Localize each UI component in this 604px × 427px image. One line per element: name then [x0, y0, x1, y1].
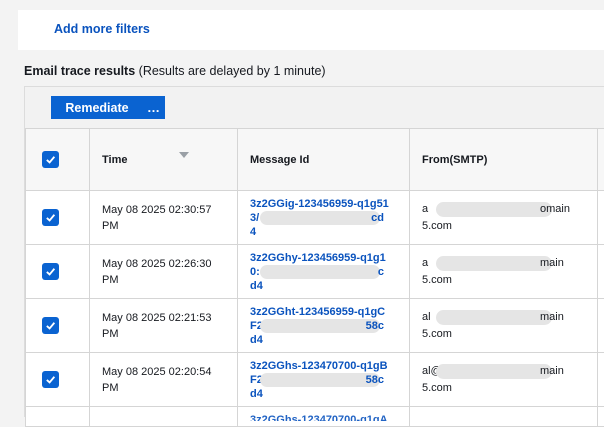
time-cell: May 08 2025 02:20:54 PM: [90, 353, 238, 407]
message-id-line: 3/: [250, 212, 259, 224]
from-address-line: 5.com: [422, 382, 452, 394]
message-id-cell: 3z2GGig-123456959-q1g51 3/4 cd: [238, 191, 410, 245]
table-row[interactable]: May 08 2025 02:20:54 PM 3z2GGhs-123470700…: [26, 353, 604, 407]
from-address-tail: omain: [540, 201, 570, 218]
message-id-tail: c: [378, 265, 384, 279]
message-id-link[interactable]: 3z2GGig-123456959-q1g51 3/4 cd: [250, 197, 390, 239]
overflow-cell: [598, 299, 604, 353]
message-id-line: 3z2GGig-123456959-q1g51: [250, 198, 389, 210]
row-select-cell: [26, 353, 90, 407]
results-heading: Email trace results (Results are delayed…: [24, 64, 326, 78]
row-checkbox[interactable]: [42, 317, 59, 334]
time-value: May 08 2025 02:20:54 PM: [102, 364, 220, 396]
column-header-time-label: Time: [102, 154, 127, 166]
time-value: May 08 2025 02:21:53 PM: [102, 310, 220, 342]
remediate-button[interactable]: Remediate …: [51, 96, 165, 119]
column-header-message-id[interactable]: Message Id: [238, 129, 410, 191]
from-address-line: a: [422, 203, 428, 215]
checkmark-icon: [45, 266, 56, 277]
message-id-cell: 3z2GGhs-123470700-q1gBF2d458c: [238, 353, 410, 407]
row-checkbox[interactable]: [42, 209, 59, 226]
message-id-line: 3z2GGhy-123456959-q1g1: [250, 252, 386, 264]
message-id-line: 0:: [250, 266, 260, 278]
filters-panel: Add more filters: [18, 10, 604, 50]
from-address-line: 5.com: [422, 274, 452, 286]
from-address-tail: main: [540, 363, 564, 380]
from-cell: al 5.com main: [410, 299, 598, 353]
add-more-filters-link[interactable]: Add more filters: [54, 22, 150, 36]
from-address-line: al: [422, 311, 431, 323]
row-select-cell: [26, 245, 90, 299]
message-id-link[interactable]: 3z2GGhs-123470700-q1gBF2d458c: [250, 359, 390, 401]
message-id-line: d4: [250, 334, 263, 346]
results-panel: Remediate … Time Message Id From(SMTP): [24, 86, 604, 417]
select-all-checkbox[interactable]: [42, 151, 59, 168]
from-address: al 5.com main: [422, 309, 582, 343]
message-id-link[interactable]: 3z2GGht-123456959-q1gCF2d458c: [250, 305, 390, 347]
table-row[interactable]: May 08 2025 02:30:57 PM 3z2GGig-123456959…: [26, 191, 604, 245]
checkmark-icon: [45, 154, 56, 165]
redaction-mask: [260, 211, 380, 225]
from-address: al@5.commain: [422, 363, 582, 397]
row-select-cell: [26, 191, 90, 245]
message-id-tail: 58c: [366, 319, 384, 333]
row-select-cell: [26, 299, 90, 353]
from-address-line: 5.com: [422, 328, 452, 340]
sort-caret-icon[interactable]: [179, 152, 189, 158]
redaction-mask: [260, 265, 380, 279]
from-address-tail: main: [540, 309, 564, 326]
redaction-mask: [436, 310, 552, 325]
overflow-cell: [598, 245, 604, 299]
time-cell: May 08 2025 02:30:57 PM: [90, 191, 238, 245]
redaction-mask: [436, 202, 552, 217]
time-value: May 08 2025 02:30:57 PM: [102, 202, 220, 234]
from-address: a 5.com main: [422, 255, 582, 289]
time-value: May 08 2025 02:26:30 PM: [102, 256, 220, 288]
message-id-line: 3z2GGhs-123470700-q1gA: [250, 414, 388, 421]
checkmark-icon: [45, 374, 56, 385]
table-row[interactable]: May 08 2025 02:26:30 PM 3z2GGhy-123456959…: [26, 245, 604, 299]
from-cell: al@5.commain: [410, 353, 598, 407]
message-id-tail: 58c: [366, 373, 384, 387]
from-cell: a 5.com omain: [410, 191, 598, 245]
ellipsis-icon[interactable]: …: [143, 103, 165, 113]
from-cell: a 5.com main: [410, 245, 598, 299]
from-address: a 5.com omain: [422, 201, 582, 235]
results-title: Email trace results: [24, 64, 135, 78]
overflow-cell: [598, 353, 604, 407]
message-id-tail: cd: [371, 211, 384, 225]
column-header-time[interactable]: Time: [90, 129, 238, 191]
time-cell: May 08 2025 02:26:30 PM: [90, 245, 238, 299]
message-id-line: d4: [250, 280, 263, 292]
from-address-tail: main: [540, 255, 564, 272]
table-header-row: Time Message Id From(SMTP): [26, 129, 604, 191]
table-row[interactable]: May 08 2025 02:21:53 PM 3z2GGht-123456959…: [26, 299, 604, 353]
message-id-line: 3z2GGhs-123470700-q1gB: [250, 360, 388, 372]
overflow-cell: [598, 191, 604, 245]
message-id-link[interactable]: 3z2GGhy-123456959-q1g1 0: d4 c: [250, 251, 390, 293]
remediate-button-label: Remediate: [51, 101, 143, 115]
checkmark-icon: [45, 320, 56, 331]
results-toolbar: Remediate …: [25, 86, 604, 128]
message-id-cell: 3z2GGhy-123456959-q1g1 0: d4 c: [238, 245, 410, 299]
redaction-mask: [436, 364, 552, 379]
row-checkbox[interactable]: [42, 371, 59, 388]
message-id-line: d4: [250, 388, 263, 400]
message-id-cell: 3z2GGht-123456959-q1gCF2d458c: [238, 299, 410, 353]
results-subtitle: (Results are delayed by 1 minute): [139, 64, 326, 78]
from-address-line: a: [422, 257, 428, 269]
redaction-mask: [260, 319, 380, 333]
column-header-overflow: [598, 129, 604, 191]
email-trace-table: Time Message Id From(SMTP) May 08 2025 0…: [25, 128, 604, 427]
checkmark-icon: [45, 212, 56, 223]
message-id-line: 4: [250, 226, 256, 238]
column-header-from[interactable]: From(SMTP): [410, 129, 598, 191]
redaction-mask: [260, 373, 380, 387]
row-checkbox[interactable]: [42, 263, 59, 280]
time-cell: May 08 2025 02:21:53 PM: [90, 299, 238, 353]
from-address-line: 5.com: [422, 220, 452, 232]
message-id-line: 3z2GGht-123456959-q1gC: [250, 306, 385, 318]
redaction-mask: [436, 256, 552, 271]
select-all-cell: [26, 129, 90, 191]
